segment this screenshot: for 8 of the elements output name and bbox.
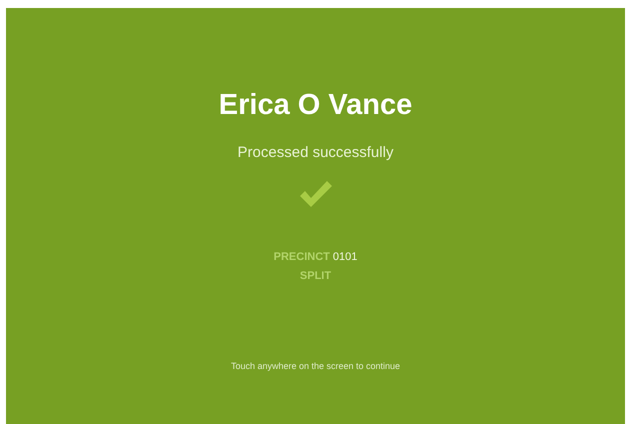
precinct-number: 0101 [332, 250, 358, 264]
screen-background[interactable]: Erica O Vance Processed successfully PRECINCT 0101 SPLIT Touch anywhere on the screen to continue [6, 8, 625, 424]
precinct-label: PRECINCT [274, 250, 330, 264]
continue-hint: Touch anywhere on the screen to continue [230, 361, 400, 371]
split-label: SPLIT [300, 270, 332, 282]
voter-name: Erica O Vance [218, 88, 412, 122]
status-message: Processed successfully [238, 144, 394, 162]
checkmark-icon [298, 180, 332, 208]
